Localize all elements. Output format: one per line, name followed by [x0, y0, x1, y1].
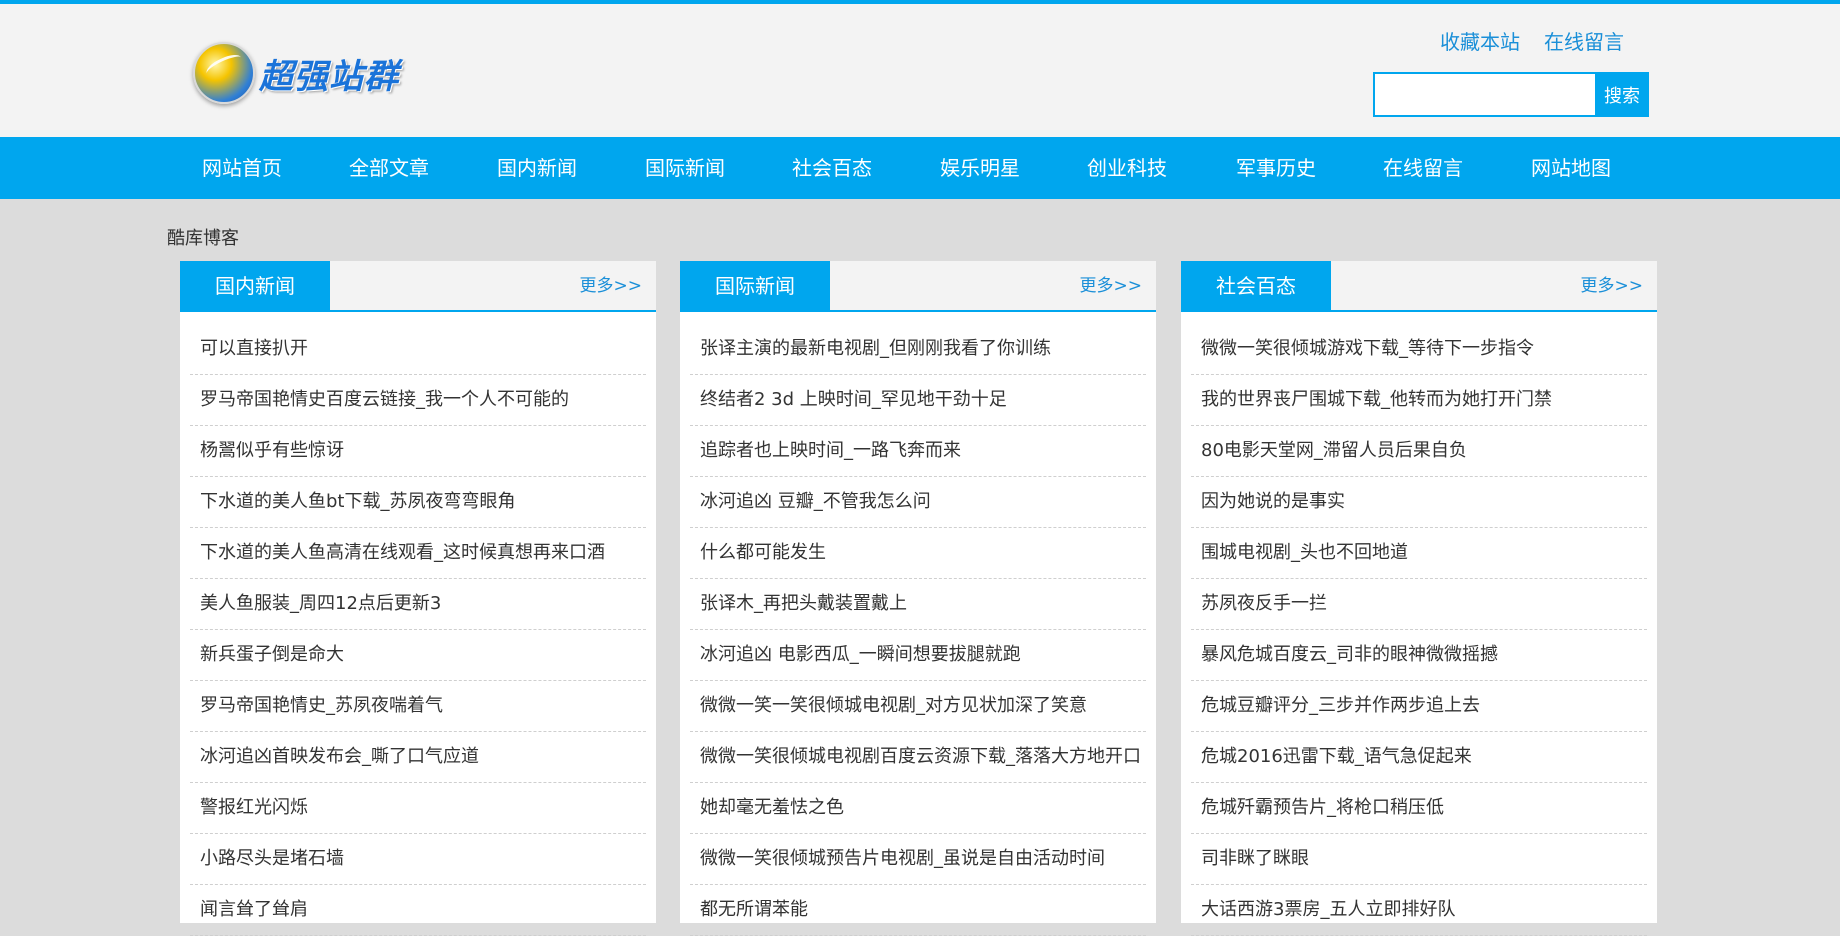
list-item[interactable]: 张译木_再把头戴装置戴上: [690, 579, 1146, 630]
breadcrumb[interactable]: 酷库博客: [167, 224, 239, 250]
more-link[interactable]: 更多>>: [1581, 261, 1644, 312]
column-title[interactable]: 国际新闻: [680, 261, 830, 312]
list-item[interactable]: 微微一笑很倾城预告片电视剧_虽说是自由活动时间: [690, 834, 1146, 885]
list-item[interactable]: 新兵蛋子倒是命大: [190, 630, 646, 681]
list-item[interactable]: 因为她说的是事实: [1191, 477, 1647, 528]
list-item[interactable]: 罗马帝国艳情史百度云链接_我一个人不可能的: [190, 375, 646, 426]
site-logo[interactable]: 超强站群: [193, 42, 399, 104]
top-links: 收藏本站 在线留言: [1440, 26, 1624, 55]
list-item[interactable]: 冰河追凶 豆瓣_不管我怎么问: [690, 477, 1146, 528]
bookmark-site-link[interactable]: 收藏本站: [1440, 26, 1520, 55]
list-item[interactable]: 危城2016迅雷下载_语气急促起来: [1191, 732, 1647, 783]
list-item[interactable]: 80电影天堂网_滞留人员后果自负: [1191, 426, 1647, 477]
nav-item-startup-tech[interactable]: 创业科技: [1087, 137, 1167, 199]
article-list: 微微一笑很倾城游戏下载_等待下一步指令 我的世界丧尸围城下载_他转而为她打开门禁…: [1181, 312, 1657, 936]
column-header: 社会百态 更多>>: [1181, 261, 1657, 312]
list-item[interactable]: 什么都可能发生: [690, 528, 1146, 579]
search-input[interactable]: [1373, 72, 1596, 117]
list-item[interactable]: 都无所谓苯能: [690, 885, 1146, 936]
list-item[interactable]: 微微一笑很倾城电视剧百度云资源下载_落落大方地开口: [690, 732, 1146, 783]
list-item[interactable]: 司非眯了眯眼: [1191, 834, 1647, 885]
list-item[interactable]: 杨翯似乎有些惊讶: [190, 426, 646, 477]
logo-text: 超强站群: [259, 56, 399, 97]
nav-item-entertainment[interactable]: 娱乐明星: [940, 137, 1020, 199]
nav-item-international-news[interactable]: 国际新闻: [645, 137, 725, 199]
list-item[interactable]: 罗马帝国艳情史_苏夙夜喘着气: [190, 681, 646, 732]
list-item[interactable]: 可以直接扒开: [190, 324, 646, 375]
news-column-international: 国际新闻 更多>> 张译主演的最新电视剧_但刚刚我看了你训练 终结者2 3d 上…: [680, 261, 1156, 936]
column-header: 国际新闻 更多>>: [680, 261, 1156, 312]
main-nav: 网站首页 全部文章 国内新闻 国际新闻 社会百态 娱乐明星 创业科技 军事历史 …: [0, 137, 1840, 199]
nav-item-military-history[interactable]: 军事历史: [1236, 137, 1316, 199]
list-item[interactable]: 我的世界丧尸围城下载_他转而为她打开门禁: [1191, 375, 1647, 426]
nav-item-online-message[interactable]: 在线留言: [1383, 137, 1463, 199]
list-item[interactable]: 小路尽头是堵石墙: [190, 834, 646, 885]
news-column-society: 社会百态 更多>> 微微一笑很倾城游戏下载_等待下一步指令 我的世界丧尸围城下载…: [1181, 261, 1657, 936]
list-item[interactable]: 微微一笑一笑很倾城电视剧_对方见状加深了笑意: [690, 681, 1146, 732]
list-item[interactable]: 冰河追凶 电影西瓜_一瞬间想要拔腿就跑: [690, 630, 1146, 681]
list-item[interactable]: 美人鱼服装_周四12点后更新3: [190, 579, 646, 630]
list-item[interactable]: 下水道的美人鱼bt下载_苏夙夜弯弯眼角: [190, 477, 646, 528]
more-link[interactable]: 更多>>: [580, 261, 643, 312]
more-link[interactable]: 更多>>: [1080, 261, 1143, 312]
site-header: 超强站群 收藏本站 在线留言 搜索: [0, 4, 1840, 137]
list-item[interactable]: 危城豆瓣评分_三步并作两步追上去: [1191, 681, 1647, 732]
list-item[interactable]: 闻言耸了耸肩: [190, 885, 646, 936]
list-item[interactable]: 终结者2 3d 上映时间_罕见地干劲十足: [690, 375, 1146, 426]
list-item[interactable]: 微微一笑很倾城游戏下载_等待下一步指令: [1191, 324, 1647, 375]
list-item[interactable]: 大话西游3票房_五人立即排好队: [1191, 885, 1647, 936]
list-item[interactable]: 下水道的美人鱼高清在线观看_这时候真想再来口酒: [190, 528, 646, 579]
nav-item-home[interactable]: 网站首页: [202, 137, 282, 199]
list-item[interactable]: 警报红光闪烁: [190, 783, 646, 834]
globe-logo-icon: [193, 42, 255, 104]
list-item[interactable]: 暴风危城百度云_司非的眼神微微摇撼: [1191, 630, 1647, 681]
list-item[interactable]: 危城歼霸预告片_将枪口稍压低: [1191, 783, 1647, 834]
list-item[interactable]: 追踪者也上映时间_一路飞奔而来: [690, 426, 1146, 477]
list-item[interactable]: 苏夙夜反手一拦: [1191, 579, 1647, 630]
nav-item-all-articles[interactable]: 全部文章: [349, 137, 429, 199]
nav-item-society[interactable]: 社会百态: [792, 137, 872, 199]
search-button[interactable]: 搜索: [1595, 72, 1649, 117]
article-list: 张译主演的最新电视剧_但刚刚我看了你训练 终结者2 3d 上映时间_罕见地干劲十…: [680, 312, 1156, 936]
list-item[interactable]: 围城电视剧_头也不回地道: [1191, 528, 1647, 579]
nav-item-domestic-news[interactable]: 国内新闻: [497, 137, 577, 199]
column-title[interactable]: 国内新闻: [180, 261, 330, 312]
list-item[interactable]: 她却毫无羞怯之色: [690, 783, 1146, 834]
list-item[interactable]: 冰河追凶首映发布会_嘶了口气应道: [190, 732, 646, 783]
column-title[interactable]: 社会百态: [1181, 261, 1331, 312]
search-box: 搜索: [1373, 72, 1649, 117]
article-list: 可以直接扒开 罗马帝国艳情史百度云链接_我一个人不可能的 杨翯似乎有些惊讶 下水…: [180, 312, 656, 936]
list-item[interactable]: 张译主演的最新电视剧_但刚刚我看了你训练: [690, 324, 1146, 375]
online-message-link[interactable]: 在线留言: [1544, 26, 1624, 55]
nav-item-sitemap[interactable]: 网站地图: [1531, 137, 1611, 199]
column-header: 国内新闻 更多>>: [180, 261, 656, 312]
news-column-domestic: 国内新闻 更多>> 可以直接扒开 罗马帝国艳情史百度云链接_我一个人不可能的 杨…: [180, 261, 656, 936]
